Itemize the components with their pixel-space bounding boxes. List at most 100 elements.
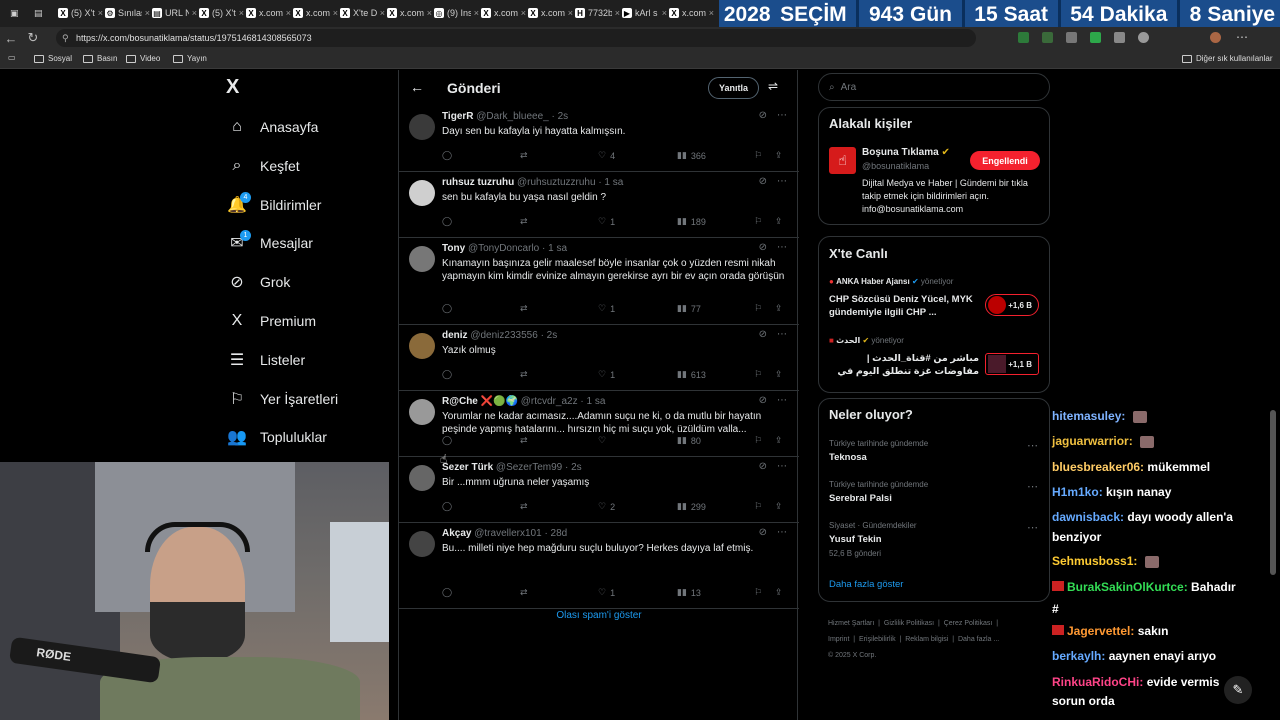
post-author[interactable]: Sezer Türk @SezerTem99 · 2s <box>442 462 582 473</box>
live-topic[interactable]: CHP Sözcüsü Deniz Yücel, MYK gündemiyle … <box>829 293 979 319</box>
reply-post[interactable]: Akçay @travellerx101 · 28d ⊘ ⋯ Bu.... mille… <box>399 523 799 609</box>
bookmark-button[interactable]: ⚐ <box>754 216 762 227</box>
more-options-icon[interactable]: ⋯ <box>777 461 787 472</box>
views-button[interactable]: ▮▮ 366 <box>677 150 706 161</box>
search-box[interactable]: ⌕ Ara <box>818 73 1050 101</box>
show-spam-link[interactable]: Olası spam'i göster <box>399 610 799 621</box>
live-host[interactable]: ● ANKA Haber Ajansı ✔ yönetiyor <box>829 277 953 286</box>
browser-tab[interactable]: X X'te D × <box>340 3 385 23</box>
bookmark-button[interactable]: ⚐ <box>754 501 762 512</box>
repost-button[interactable]: ⇄ <box>520 587 528 598</box>
reply-button[interactable]: ◯ <box>442 587 452 598</box>
tab-close-icon[interactable]: × <box>192 8 197 18</box>
grok-icon[interactable]: ⊘ <box>759 461 767 472</box>
reply-button[interactable]: ◯ <box>442 501 452 512</box>
user-avatar[interactable] <box>409 531 435 557</box>
grok-icon[interactable]: ⊘ <box>759 242 767 253</box>
grok-icon[interactable]: ⊘ <box>759 329 767 340</box>
footer-link[interactable]: Erişilebilirlik <box>859 636 896 643</box>
bookmark-button[interactable]: ⚐ <box>754 587 762 598</box>
nav-item[interactable]: X Premium <box>228 306 316 336</box>
post-author[interactable]: deniz @deniz233556 · 2s <box>442 330 557 341</box>
views-button[interactable]: ▮▮ 613 <box>677 369 706 380</box>
share-button[interactable]: ⇪ <box>775 216 783 227</box>
grok-icon[interactable]: ⊘ <box>759 395 767 406</box>
share-button[interactable]: ⇪ <box>775 501 783 512</box>
reply-settings-icon[interactable]: ⇌ <box>768 79 778 93</box>
browser-tab[interactable]: X(5) X'te× <box>58 3 103 23</box>
reply-button[interactable]: ◯ <box>442 150 452 161</box>
tab-close-icon[interactable]: × <box>568 8 573 18</box>
extension-icon-4[interactable] <box>1090 32 1101 43</box>
tab-close-icon[interactable]: × <box>427 8 432 18</box>
like-button[interactable]: ♡ 1 <box>598 369 615 380</box>
bookmark-button[interactable]: ⚐ <box>754 303 762 314</box>
browser-tab[interactable]: ◎ (9) Ins × <box>434 3 479 23</box>
views-button[interactable]: ▮▮ 77 <box>677 303 701 314</box>
grok-icon[interactable]: ⊘ <box>759 176 767 187</box>
tab-close-icon[interactable]: × <box>286 8 291 18</box>
site-info-icon[interactable]: ⚲ <box>62 33 69 44</box>
more-options-icon[interactable]: ⋯ <box>777 395 787 406</box>
nav-item[interactable]: ✉ 1 Mesajlar <box>228 228 313 258</box>
trend-more-icon[interactable]: ⋯ <box>1027 521 1038 534</box>
trend-name[interactable]: Yusuf Tekin <box>829 534 882 545</box>
vertical-tabs-icon[interactable]: ▤ <box>34 3 43 23</box>
tab-close-icon[interactable]: × <box>333 8 338 18</box>
user-avatar[interactable] <box>409 180 435 206</box>
footer-link[interactable]: Gizlilik Politikası <box>884 620 934 627</box>
repost-button[interactable]: ⇄ <box>520 369 528 380</box>
repost-button[interactable]: ⇄ <box>520 216 528 227</box>
more-options-icon[interactable]: ⋯ <box>777 329 787 340</box>
like-button[interactable]: ♡ 1 <box>598 303 615 314</box>
repost-button[interactable]: ⇄ <box>520 435 528 446</box>
trend-more-icon[interactable]: ⋯ <box>1027 439 1038 452</box>
extension-icon-3[interactable] <box>1066 32 1077 43</box>
reload-icon[interactable]: ↻ <box>22 30 44 46</box>
reply-post[interactable]: ruhsuz tuzruhu @ruhsuztuzzruhu · 1 sa ⊘ ⋯ s… <box>399 172 799 238</box>
views-button[interactable]: ▮▮ 299 <box>677 501 706 512</box>
bookmark-button[interactable]: ⚐ <box>754 369 762 380</box>
grok-icon[interactable]: ⊘ <box>759 527 767 538</box>
x-logo[interactable]: X <box>226 76 239 99</box>
share-button[interactable]: ⇪ <box>775 435 783 446</box>
trend-name[interactable]: Serebral Palsi <box>829 493 892 504</box>
post-author[interactable]: Akçay @travellerx101 · 28d <box>442 528 567 539</box>
post-author[interactable]: TigerR @Dark_blueee_ · 2s <box>442 111 568 122</box>
tab-close-icon[interactable]: × <box>145 8 150 18</box>
user-avatar[interactable] <box>409 399 435 425</box>
reply-post[interactable]: TigerR @Dark_blueee_ · 2s ⊘ ⋯ Dayı sen bu k… <box>399 106 799 172</box>
browser-tab[interactable]: Xx.com/× <box>669 3 714 23</box>
post-author[interactable]: ruhsuz tuzruhu @ruhsuztuzzruhu · 1 sa <box>442 177 623 188</box>
reading-list-icon[interactable]: ▭ <box>8 53 16 62</box>
compose-post-icon[interactable]: ✎ <box>1224 676 1252 704</box>
puzzle-icon[interactable] <box>1138 32 1149 43</box>
like-button[interactable]: ♡ <box>598 435 610 446</box>
live-topic[interactable]: مباشر من #قناة_الحدث | مفاوضات غزة تنطلق… <box>829 352 979 378</box>
trend-name[interactable]: Teknosa <box>829 452 867 463</box>
reply-button[interactable]: Yanıtla <box>708 77 760 99</box>
reply-button[interactable]: ◯ <box>442 435 452 446</box>
bookmark-button[interactable]: ⚐ <box>754 435 762 446</box>
user-avatar[interactable] <box>409 333 435 359</box>
extension-icon-2[interactable] <box>1042 32 1053 43</box>
account-name[interactable]: Boşuna Tıklama ✔ <box>862 147 950 158</box>
blocked-button[interactable]: Engellendi <box>970 151 1040 170</box>
like-button[interactable]: ♡ 1 <box>598 216 615 227</box>
more-options-icon[interactable]: ⋯ <box>777 110 787 121</box>
trend-more-icon[interactable]: ⋯ <box>1027 480 1038 493</box>
reply-button[interactable]: ◯ <box>442 369 452 380</box>
user-avatar[interactable] <box>409 246 435 272</box>
page-scrollbar[interactable] <box>1270 410 1276 575</box>
live-listener-count[interactable]: +1,6 B <box>985 294 1039 316</box>
bookmark-button[interactable]: ⚐ <box>754 150 762 161</box>
views-button[interactable]: ▮▮ 189 <box>677 216 706 227</box>
post-author[interactable]: Tony @TonyDoncarlo · 1 sa <box>442 243 567 254</box>
repost-button[interactable]: ⇄ <box>520 303 528 314</box>
like-button[interactable]: ♡ 4 <box>598 150 615 161</box>
more-options-icon[interactable]: ⋯ <box>777 527 787 538</box>
live-listener-count[interactable]: +1,1 B <box>985 353 1039 375</box>
reply-post[interactable]: Sezer Türk @SezerTem99 · 2s ⊘ ⋯ Bir ...mmm … <box>399 457 799 523</box>
repost-button[interactable]: ⇄ <box>520 501 528 512</box>
views-button[interactable]: ▮▮ 13 <box>677 587 701 598</box>
